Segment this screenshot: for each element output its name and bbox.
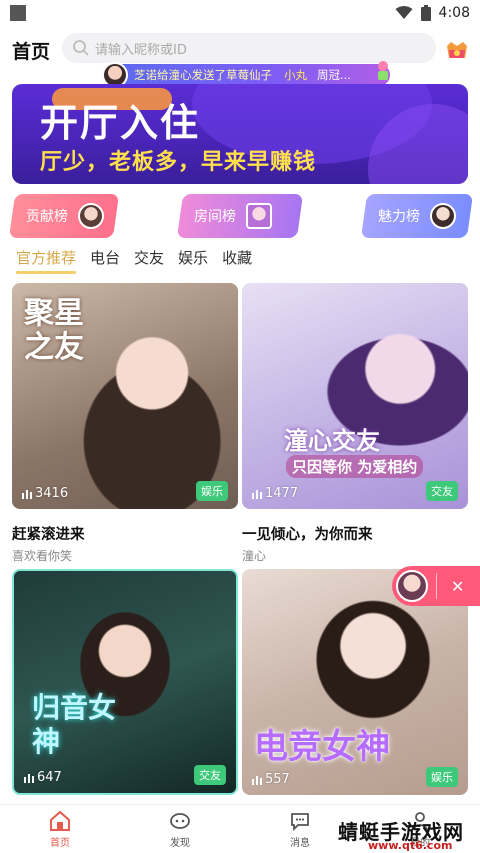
signal-icon — [24, 773, 34, 783]
avatar — [78, 203, 104, 229]
banner-title: 开厅入住 — [40, 101, 201, 145]
room-cover-title: 聚星之友 — [24, 296, 84, 365]
tab-official-recommend[interactable]: 官方推荐 — [16, 247, 77, 274]
gift-marquee[interactable]: 芝诺给潼心发送了草莓仙子 小丸 周冠... — [102, 61, 390, 88]
room-cover-title: 归音女神 — [32, 691, 117, 758]
rank-bar: 贡献榜 房间榜 魅力榜 — [0, 194, 480, 240]
close-icon[interactable]: ✕ — [451, 577, 464, 596]
signal-icon — [252, 775, 262, 785]
listener-count: 647 — [24, 770, 62, 785]
room-tag: 交友 — [426, 481, 458, 501]
room-cover: 归音女神 647 交友 — [12, 569, 238, 795]
count-value: 1477 — [265, 486, 299, 501]
room-tag: 娱乐 — [426, 767, 458, 787]
banner-subtitle: 厅少，老板多，早来早赚钱 — [40, 150, 317, 175]
room-card[interactable]: 归音女神 647 交友 — [12, 569, 238, 795]
message-icon — [291, 812, 309, 831]
battery-icon — [420, 5, 431, 21]
search-icon — [73, 40, 89, 56]
category-tabs: 官方推荐 电台 交友 娱乐 收藏 — [0, 244, 480, 276]
nav-label: 发现 — [170, 837, 190, 849]
discover-icon — [170, 812, 190, 829]
page-title: 首页 — [12, 40, 51, 63]
search-input[interactable]: 请输入昵称或ID — [62, 33, 436, 63]
notification-icon — [10, 5, 26, 21]
count-value: 3416 — [35, 486, 69, 501]
room-subtitle: 潼心 — [242, 549, 267, 563]
room-cover: 潼心交友 只因等你 为爱相约 1477 交友 — [242, 283, 468, 509]
gift-icon — [378, 61, 388, 80]
room-rank-button[interactable]: 房间榜 — [176, 194, 304, 238]
search-placeholder: 请输入昵称或ID — [95, 42, 187, 58]
nav-messages[interactable]: 消息 — [260, 810, 340, 849]
room-cover: 聚星之友 3416 娱乐 — [12, 283, 238, 509]
rank-label: 贡献榜 — [26, 209, 68, 225]
tab-entertainment[interactable]: 娱乐 — [178, 247, 208, 274]
listener-count: 1477 — [252, 486, 298, 501]
nav-label: 首页 — [50, 837, 70, 849]
tab-dating[interactable]: 交友 — [134, 247, 164, 274]
room-tag: 交友 — [194, 765, 226, 785]
avatar — [430, 203, 456, 229]
room-title: 一见倾心，为你而来 — [242, 527, 373, 543]
listener-count: 557 — [252, 772, 290, 787]
promo-banner[interactable]: 开厅入住 厅少，老板多，早来早赚钱 — [12, 84, 468, 184]
tab-radio[interactable]: 电台 — [90, 247, 120, 274]
nav-home[interactable]: 首页 — [20, 810, 100, 849]
leaderboard-icon[interactable] — [444, 36, 470, 62]
avatar — [246, 203, 272, 229]
home-icon — [50, 810, 70, 831]
marquee-user: 小丸 — [284, 68, 307, 82]
room-title: 赶紧滚进来 — [12, 527, 85, 543]
tab-favorites[interactable]: 收藏 — [222, 247, 252, 274]
nav-label: 消息 — [290, 837, 310, 849]
listener-count: 3416 — [22, 486, 68, 501]
charm-rank-button[interactable]: 魅力榜 — [360, 194, 474, 238]
count-value: 557 — [265, 772, 290, 787]
marquee-message: 芝诺给潼心发送了草莓仙子 — [134, 68, 272, 82]
status-bar: 4:08 — [0, 0, 480, 26]
room-cover-slogan: 只因等你 为爱相约 — [286, 455, 424, 478]
signal-icon — [22, 489, 32, 499]
rank-label: 房间榜 — [194, 209, 236, 225]
status-time: 4:08 — [438, 5, 470, 21]
floating-room-widget[interactable]: ✕ — [392, 566, 480, 606]
marquee-user-2: 周冠... — [317, 68, 351, 82]
room-subtitle: 喜欢看你笑 — [12, 549, 73, 563]
contribution-rank-button[interactable]: 贡献榜 — [8, 194, 120, 238]
rank-label: 魅力榜 — [378, 209, 420, 225]
signal-icon — [252, 489, 262, 499]
room-cover-title: 潼心交友 — [284, 427, 380, 455]
count-value: 647 — [37, 770, 62, 785]
room-card[interactable]: 潼心交友 只因等你 为爱相约 1477 交友 一见倾心，为你而来 潼心 — [242, 283, 468, 564]
room-card[interactable]: 聚星之友 3416 娱乐 赶紧滚进来 喜欢看你笑 — [12, 283, 238, 564]
watermark-url: www.qt6.com — [368, 839, 453, 852]
room-tag: 娱乐 — [196, 481, 228, 501]
wifi-icon — [395, 6, 413, 19]
avatar[interactable] — [396, 570, 428, 602]
nav-discover[interactable]: 发现 — [140, 810, 220, 849]
room-cover-title: 电竞女神 — [254, 727, 390, 767]
